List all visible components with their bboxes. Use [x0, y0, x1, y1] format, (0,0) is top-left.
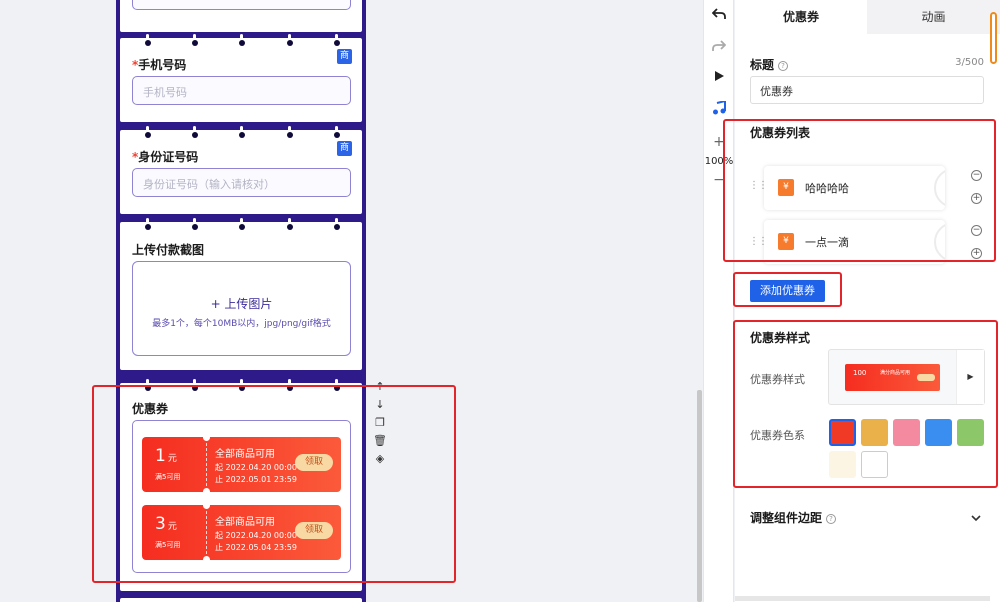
- annotation-box-coupon-component: [92, 385, 456, 583]
- tab-coupon[interactable]: 优惠券: [735, 0, 867, 34]
- help-icon[interactable]: ?: [826, 514, 837, 524]
- phone-number-label: *手机号码: [132, 58, 187, 72]
- upload-section[interactable]: 上传付款截图 + 上传图片 最多1个，每个10MB以内，jpg/png/gif格…: [120, 218, 362, 370]
- previous-field-input[interactable]: [132, 0, 351, 10]
- id-card-label: *身份证号码: [132, 150, 199, 164]
- title-input[interactable]: 优惠券: [750, 76, 984, 104]
- vertical-toolbar: + 100% −: [703, 0, 734, 602]
- previous-field-section[interactable]: [120, 0, 362, 32]
- panel-tabs: 优惠券 动画: [735, 0, 1000, 34]
- next-section[interactable]: [120, 598, 362, 602]
- tab-animation[interactable]: 动画: [867, 0, 1000, 34]
- id-card-input[interactable]: 身份证号码（输入请核对）: [132, 168, 351, 197]
- phone-number-input[interactable]: 手机号码: [132, 76, 351, 105]
- annotation-box-add-button: [733, 272, 842, 307]
- upload-dropzone[interactable]: + 上传图片 最多1个，每个10MB以内，jpg/png/gif格式: [132, 261, 351, 356]
- annotation-box-style: [733, 320, 998, 488]
- title-counter: 3/500: [955, 57, 984, 68]
- play-icon[interactable]: [704, 70, 734, 86]
- id-card-section[interactable]: 商 *身份证号码 身份证号码（输入请核对）: [120, 126, 362, 214]
- music-icon[interactable]: [704, 99, 734, 119]
- phone-number-section[interactable]: 商 *手机号码 手机号码: [120, 34, 362, 122]
- upload-hint: 最多1个，每个10MB以内，jpg/png/gif格式: [152, 319, 331, 329]
- panel-scrollbar[interactable]: [990, 12, 997, 64]
- chevron-down-icon[interactable]: [971, 511, 981, 525]
- upload-label: 上传付款截图: [132, 243, 205, 257]
- annotation-box-coupon-list: [723, 119, 996, 262]
- title-label: 标题?: [750, 56, 789, 73]
- merchant-badge: 商: [337, 141, 352, 156]
- undo-icon[interactable]: [704, 8, 734, 24]
- margin-section-label[interactable]: 调整组件边距?: [750, 509, 837, 526]
- merchant-badge: 商: [337, 49, 352, 64]
- help-icon[interactable]: ?: [778, 61, 789, 71]
- redo-icon[interactable]: [704, 40, 734, 56]
- canvas-scrollbar[interactable]: [697, 390, 702, 602]
- upload-button[interactable]: + 上传图片: [133, 295, 350, 312]
- panel-horizontal-scrollbar[interactable]: [735, 596, 990, 601]
